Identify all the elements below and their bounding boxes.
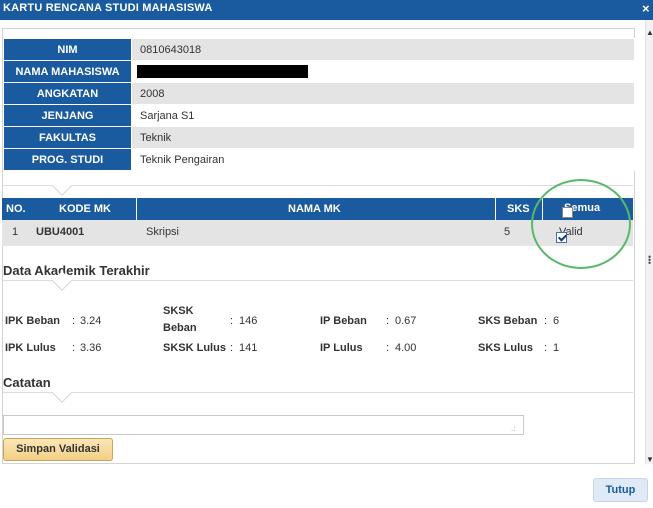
sks-lulus-value: 1: [553, 342, 560, 354]
dialog-title: KARTU RENCANA STUDI MAHASISWA: [3, 2, 213, 14]
jenjang-label: JENJANG: [3, 104, 132, 127]
close-icon[interactable]: ×: [642, 0, 653, 20]
divider: [3, 280, 633, 281]
ip-beban-label: IP Beban: [320, 315, 367, 327]
info-row-angkatan: ANGKATAN 2008: [3, 82, 635, 105]
row-nama-mk: Skripsi: [146, 226, 180, 238]
angkatan-label: ANGKATAN: [3, 82, 132, 105]
jenjang-value: Sarjana S1: [131, 104, 635, 127]
sksk-beban-label-2: Beban: [163, 322, 197, 334]
colon: :: [386, 315, 390, 327]
select-all[interactable]: Semua: [562, 202, 600, 218]
info-row-prodi: PROG. STUDI Teknik Pengairan: [3, 148, 635, 171]
close-button[interactable]: Tutup: [593, 478, 648, 502]
col-no: NO.: [6, 203, 26, 215]
redacted-name: [137, 65, 308, 78]
angkatan-value: 2008: [131, 82, 635, 105]
ip-beban-value: 0.67: [395, 315, 417, 327]
scroll-grip-icon[interactable]: • • •: [648, 253, 651, 268]
course-table-header: NO. KODE MK NAMA MK SKS Semua: [2, 198, 633, 220]
prodi-label: PROG. STUDI: [3, 148, 132, 171]
table-row: 1 UBU4001 Skripsi 5 Valid: [2, 220, 633, 246]
info-row-fakultas: FAKULTAS Teknik: [3, 126, 635, 149]
col-divider: [542, 198, 543, 220]
col-divider: [136, 198, 137, 220]
divider: [3, 185, 633, 186]
prodi-value: Teknik Pengairan: [131, 148, 635, 171]
nim-value: 0810643018: [131, 38, 635, 61]
ipk-lulus-value: 3.36: [80, 342, 102, 354]
sksk-beban-value: 146: [239, 315, 258, 327]
dialog-titlebar: KARTU RENCANA STUDI MAHASISWA ×: [0, 0, 653, 20]
ip-lulus-value: 4.00: [395, 342, 417, 354]
colon: :: [230, 315, 234, 327]
info-row-jenjang: JENJANG Sarjana S1: [3, 104, 635, 127]
colon: :: [230, 342, 234, 354]
valid-checkbox[interactable]: [556, 232, 567, 243]
info-row-nim: NIM 0810643018: [3, 38, 635, 61]
colon: :: [72, 342, 76, 354]
save-validation-button[interactable]: Simpan Validasi: [3, 438, 113, 461]
sksk-lulus-value: 141: [239, 342, 258, 354]
fakultas-label: FAKULTAS: [3, 126, 132, 149]
sksk-lulus-label: SKSK Lulus: [163, 342, 226, 354]
nama-label: NAMA MAHASISWA: [3, 60, 132, 83]
nim-label: NIM: [3, 38, 132, 61]
row-no: 1: [12, 226, 19, 238]
colon: :: [544, 315, 548, 327]
col-sks: SKS: [507, 203, 530, 215]
valid-toggle[interactable]: Valid: [556, 226, 583, 243]
row-sks: 5: [504, 226, 511, 238]
akademik-title: Data Akademik Terakhir: [3, 263, 150, 278]
col-divider: [495, 198, 496, 220]
fakultas-value: Teknik: [131, 126, 635, 149]
ipk-lulus-label: IPK Lulus: [5, 342, 56, 354]
select-all-checkbox[interactable]: [562, 207, 573, 218]
catatan-title: Catatan: [3, 375, 51, 390]
nama-value: [131, 60, 635, 83]
divider: [3, 392, 633, 393]
sks-beban-value: 6: [553, 315, 560, 327]
catatan-textarea[interactable]: [3, 415, 524, 435]
sksk-beban-label-1: SKSK: [163, 305, 194, 317]
sks-lulus-label: SKS Lulus: [478, 342, 534, 354]
colon: :: [544, 342, 548, 354]
ipk-beban-value: 3.24: [80, 315, 102, 327]
sks-beban-label: SKS Beban: [478, 315, 538, 327]
col-kode-mk: KODE MK: [59, 203, 111, 215]
info-row-nama: NAMA MAHASISWA: [3, 60, 635, 83]
scroll-up-icon[interactable]: ▲: [646, 28, 653, 37]
colon: :: [386, 342, 390, 354]
ip-lulus-label: IP Lulus: [320, 342, 363, 354]
col-nama-mk: NAMA MK: [288, 203, 341, 215]
student-info-table: NIM 0810643018 NAMA MAHASISWA ANGKATAN 2…: [3, 38, 635, 171]
ipk-beban-label: IPK Beban: [5, 315, 61, 327]
row-kode-mk: UBU4001: [36, 226, 85, 238]
scrollbar[interactable]: [645, 20, 653, 464]
colon: :: [72, 315, 76, 327]
